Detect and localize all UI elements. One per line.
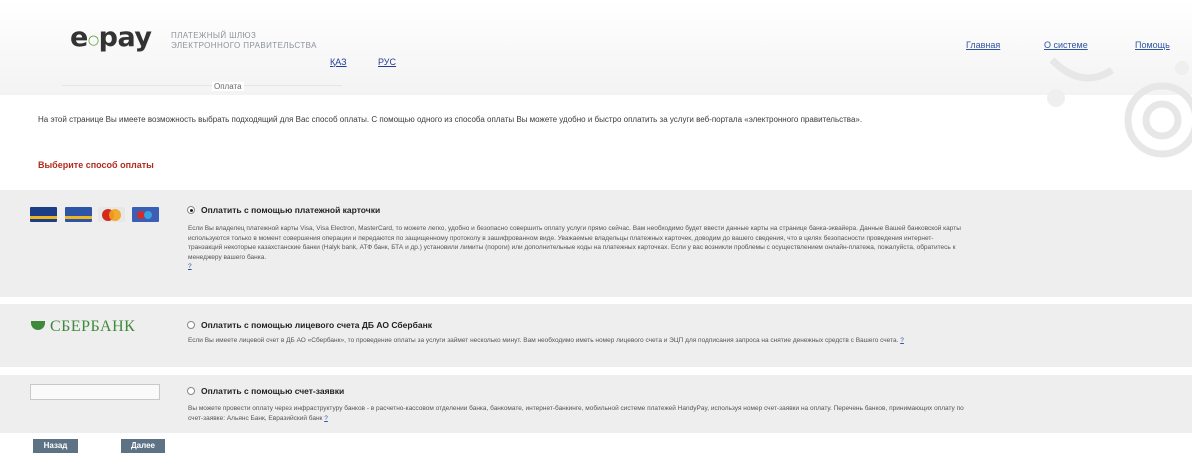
option-invoice-description: Вы можете провести оплату через инфрастр… bbox=[188, 404, 968, 423]
lang-rus-link[interactable]: РУС bbox=[378, 57, 396, 67]
option-card[interactable]: Оплатить с помощью платежной карточки bbox=[187, 205, 380, 215]
maestro-card-icon bbox=[132, 207, 159, 222]
tagline-line-2: ЭЛЕКТРОННОГО ПРАВИТЕЛЬСТВА bbox=[171, 41, 317, 50]
radio-sberbank[interactable] bbox=[187, 321, 195, 329]
option-sberbank-description: Если Вы имеете лицевой счет в ДБ АО «Сбе… bbox=[188, 336, 948, 346]
sberbank-leaf-icon bbox=[31, 321, 45, 330]
radio-card[interactable] bbox=[187, 206, 195, 214]
logo-circle-icon: ○ bbox=[87, 33, 99, 48]
option-invoice-text: Вы можете провести оплату через инфрастр… bbox=[188, 405, 964, 422]
option-invoice-title: Оплатить с помощью счет-заявки bbox=[201, 386, 345, 396]
help-link-sberbank[interactable]: ? bbox=[900, 337, 904, 344]
option-sberbank-text: Если Вы имеете лицевой счет в ДБ АО «Сбе… bbox=[188, 337, 899, 344]
visa-electron-card-icon bbox=[65, 207, 92, 222]
option-card-text: Если Вы владелец платежной карты Visa, V… bbox=[188, 225, 961, 261]
visa-card-icon bbox=[30, 207, 57, 222]
nav-about-link[interactable]: О системе bbox=[1044, 40, 1088, 50]
lang-kaz-link[interactable]: ҚАЗ bbox=[330, 57, 347, 67]
epay-logo[interactable]: e○pay bbox=[70, 22, 152, 53]
tagline-line-1: ПЛАТЕЖНЫЙ ШЛЮЗ bbox=[171, 31, 257, 40]
intro-text: На этой странице Вы имеете возможность в… bbox=[38, 115, 863, 124]
tab-payment[interactable]: Оплата bbox=[212, 82, 244, 91]
invoice-logo-placeholder bbox=[30, 384, 160, 400]
mastercard-icon bbox=[98, 207, 125, 222]
radio-invoice[interactable] bbox=[187, 387, 195, 395]
next-button[interactable]: Далее bbox=[121, 439, 165, 453]
decorative-ornament bbox=[1012, 50, 1192, 160]
sberbank-logo: СБЕРБАНК bbox=[31, 318, 135, 336]
option-invoice[interactable]: Оплатить с помощью счет-заявки bbox=[187, 386, 344, 396]
sberbank-logo-text: СБЕРБАНК bbox=[50, 318, 136, 335]
tab-divider bbox=[62, 85, 342, 86]
nav-home-link[interactable]: Главная bbox=[966, 40, 1000, 50]
nav-help-link[interactable]: Помощь bbox=[1135, 40, 1170, 50]
logo-word: pay bbox=[98, 22, 152, 53]
help-link-invoice[interactable]: ? bbox=[324, 415, 328, 422]
option-sberbank[interactable]: Оплатить с помощью лицевого счета ДБ АО … bbox=[187, 320, 432, 330]
logo-letter: e bbox=[70, 22, 88, 53]
option-sberbank-title: Оплатить с помощью лицевого счета ДБ АО … bbox=[201, 320, 432, 330]
option-card-title: Оплатить с помощью платежной карточки bbox=[201, 205, 381, 215]
logo-tagline: ПЛАТЕЖНЫЙ ШЛЮЗ ЭЛЕКТРОННОГО ПРАВИТЕЛЬСТВ… bbox=[171, 31, 317, 51]
option-card-description: Если Вы владелец платежной карты Visa, V… bbox=[188, 224, 964, 272]
choose-payment-heading: Выберите способ оплаты bbox=[38, 160, 154, 170]
back-button[interactable]: Назад bbox=[33, 439, 78, 453]
help-link-card[interactable]: ? bbox=[188, 263, 192, 270]
